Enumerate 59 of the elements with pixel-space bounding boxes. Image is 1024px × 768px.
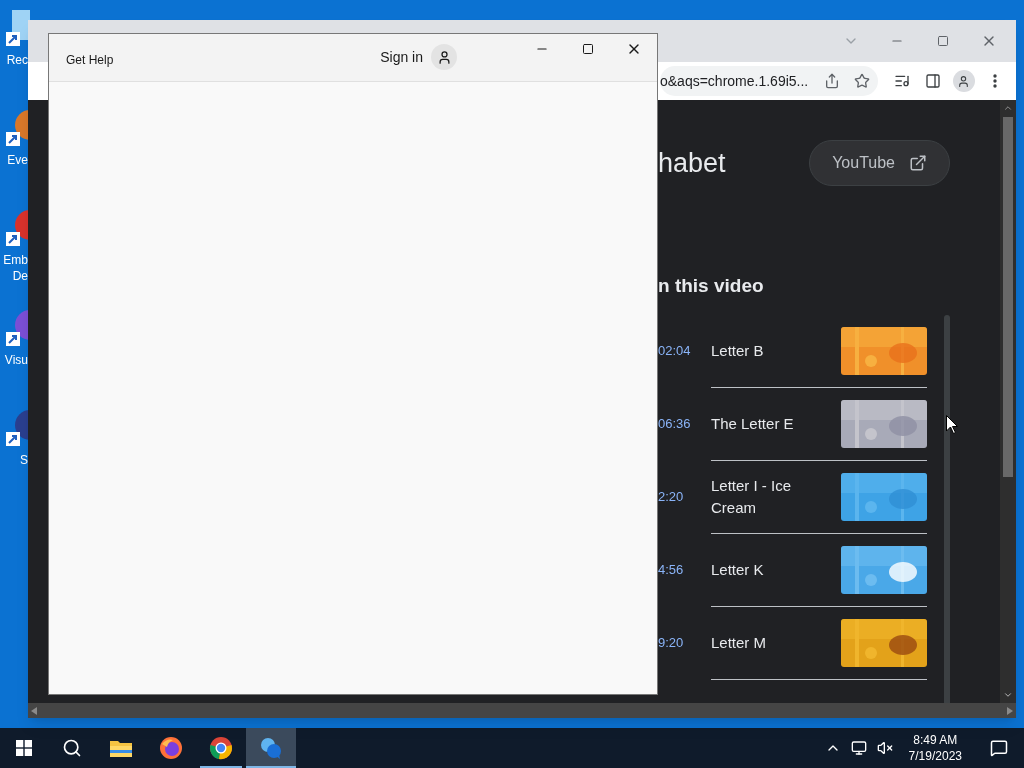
- desktop-icon-label[interactable]: De: [12, 268, 28, 284]
- chapter-row[interactable]: Letter B: [711, 314, 927, 388]
- external-link-icon: [909, 154, 927, 172]
- chapter-row[interactable]: The Letter E: [711, 387, 927, 461]
- horizontal-scrollbar[interactable]: [28, 703, 1016, 718]
- chapter-title: The Letter E: [711, 413, 795, 434]
- person-icon: [957, 74, 971, 88]
- volume-muted-icon[interactable]: [876, 740, 893, 756]
- person-icon: [436, 49, 452, 65]
- notification-icon[interactable]: [990, 739, 1008, 757]
- search-icon: [62, 738, 82, 758]
- chapter-time[interactable]: 06:36: [658, 387, 711, 433]
- desktop-icon-label[interactable]: S: [20, 452, 28, 468]
- chat-bubbles-icon: [259, 736, 283, 760]
- chapter-title: Letter B: [711, 340, 765, 361]
- clock-time[interactable]: 8:49 AM: [913, 732, 958, 748]
- chapter-time[interactable]: 4:56: [658, 533, 711, 579]
- desktop-icon-label[interactable]: Eve: [7, 152, 28, 168]
- youtube-button[interactable]: YouTube: [809, 140, 950, 186]
- chapter-title: Letter K: [711, 559, 765, 580]
- network-icon[interactable]: [850, 740, 867, 756]
- chapter-time[interactable]: 9:20: [658, 606, 711, 652]
- scroll-right-icon[interactable]: [1007, 706, 1013, 715]
- more-icon: [992, 74, 997, 88]
- maximize-icon: [582, 43, 594, 55]
- scroll-down-icon[interactable]: [1003, 690, 1013, 700]
- desktop-icon-label[interactable]: Emb: [3, 252, 28, 268]
- scroll-up-icon[interactable]: [1003, 103, 1013, 113]
- chapter-row[interactable]: Letter I - Ice Cream: [711, 460, 927, 534]
- playlist-icon: [893, 73, 910, 89]
- browser-logo-icon: [209, 736, 233, 760]
- chapter-row[interactable]: Letter M: [711, 606, 927, 680]
- vertical-scrollbar[interactable]: [1000, 100, 1016, 703]
- side-panel-icon: [924, 73, 941, 89]
- desktop-icon-label[interactable]: Rec: [6, 52, 28, 68]
- windows-logo-icon: [16, 740, 32, 756]
- scrollbar-thumb[interactable]: [1003, 117, 1013, 477]
- chapter-title: Letter I - Ice Cream: [711, 475, 793, 518]
- chapter-time[interactable]: 2:20: [658, 460, 711, 506]
- maximize-icon: [937, 35, 949, 47]
- address-bar[interactable]: o&aqs=chrome.1.69i5...: [660, 66, 879, 96]
- url-text: o&aqs=chrome.1.69i5...: [660, 71, 809, 91]
- clock-date[interactable]: 7/19/2023: [908, 748, 962, 764]
- chapter-row[interactable]: Letter K: [711, 533, 927, 607]
- chapter-title: Letter M: [711, 632, 768, 653]
- scroll-left-icon[interactable]: [31, 706, 37, 715]
- list-scrollbar[interactable]: [944, 314, 950, 703]
- desktop-icon-label[interactable]: Visu: [4, 352, 28, 368]
- folder-icon: [109, 738, 133, 758]
- section-heading: n this video: [658, 274, 765, 298]
- share-icon[interactable]: [824, 73, 841, 89]
- star-icon[interactable]: [854, 73, 871, 89]
- chapter-time[interactable]: 02:04: [658, 314, 711, 360]
- fox-globe-icon: [159, 736, 183, 760]
- video-title: habet: [658, 146, 726, 180]
- window-title: Get Help: [66, 52, 114, 69]
- mouse-cursor-icon: [946, 415, 958, 434]
- sign-in-button[interactable]: Sign in: [380, 44, 457, 70]
- shortcut-icon: [4, 8, 30, 46]
